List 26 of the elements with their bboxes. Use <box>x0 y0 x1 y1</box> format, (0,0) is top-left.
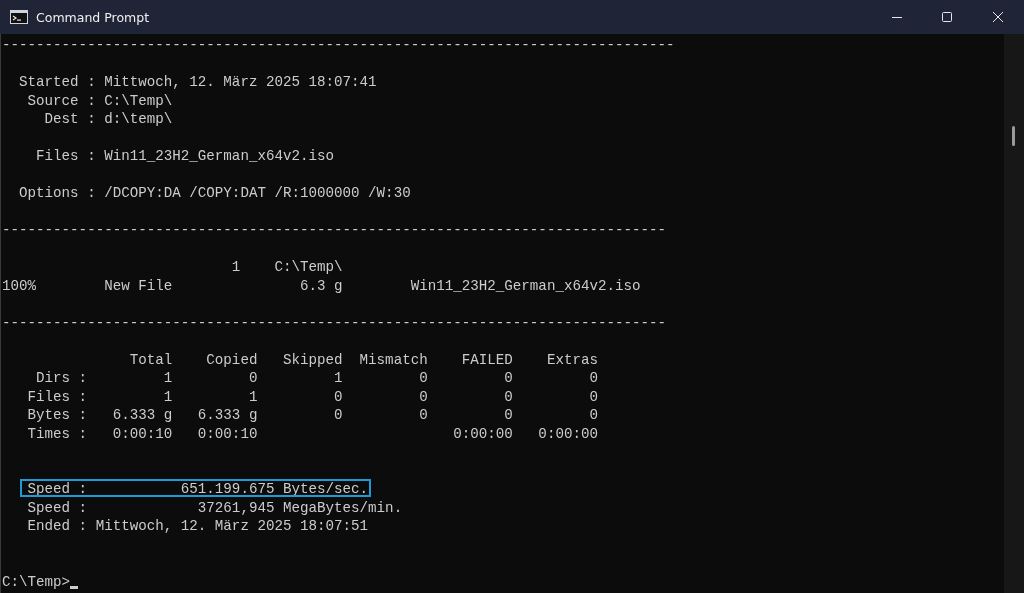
console-line: Speed : 651.199.675 Bytes/sec. <box>26 481 369 497</box>
console-line: Total Copied Skipped Mismatch FAILED Extras <box>128 351 598 368</box>
console-line: Speed : 37261,945 MegaBytes/min. <box>26 499 403 516</box>
scrollbar-thumb[interactable] <box>1012 126 1015 146</box>
terminal-icon <box>10 10 28 24</box>
console-line: Dirs : 1 0 1 0 0 0 <box>35 370 598 386</box>
window-title: Command Prompt <box>36 9 150 25</box>
console-line: Source : C:\Temp\ <box>26 92 173 109</box>
console-line: Bytes : 6.333 g 6.333 g 0 0 0 0 <box>26 407 598 423</box>
text-cursor <box>70 585 79 589</box>
console-line: Files : 1 1 0 0 0 0 <box>26 388 598 405</box>
dashed-separator: ------------------------------------------------------------------------------ <box>2 222 667 238</box>
console-line: Dest : d:\temp\ <box>43 111 173 127</box>
maximize-icon <box>941 11 953 23</box>
console-line: Started : Mittwoch, 12. März 2025 18:07:41 <box>18 74 377 90</box>
dashed-separator: ------------------------------------------------------------------------------- <box>2 37 675 53</box>
console-line: Options : /DCOPY:DA /COPY:DAT /R:1000000 /W:30 <box>18 185 411 201</box>
console-line: 100% New File 6.3 g Win11_23H2_German_x64v2.iso <box>2 277 641 294</box>
console-line: Times : 0:00:10 0:00:10 0:00:00 0:00:00 <box>26 425 598 442</box>
close-icon <box>992 11 1004 23</box>
command-prompt: C:\Temp> <box>2 573 71 590</box>
console-line: Ended : Mittwoch, 12. März 2025 18:07:51 <box>26 518 369 534</box>
console-line: Files : Win11_23H2_German_x64v2.iso <box>35 148 335 164</box>
dashed-separator: ------------------------------------------------------------------------------ <box>2 314 667 331</box>
console-line: 1 C:\Temp\ <box>230 259 343 275</box>
scrollbar[interactable] <box>1004 34 1024 593</box>
